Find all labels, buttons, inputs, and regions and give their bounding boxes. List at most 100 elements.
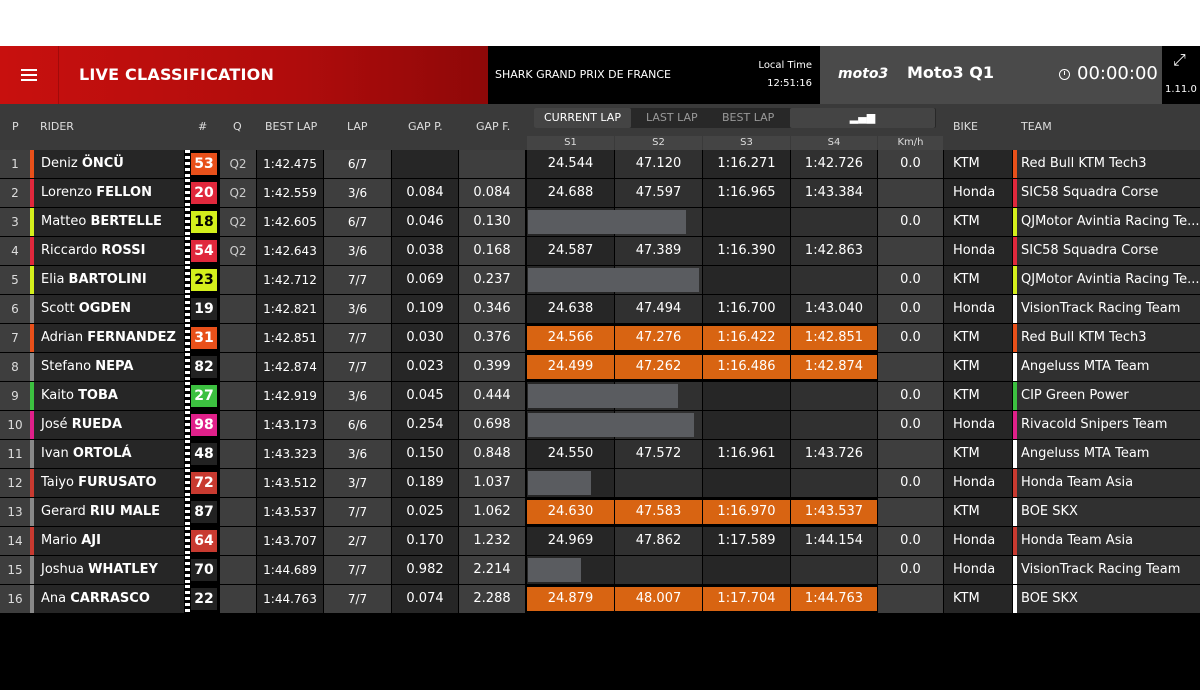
live-timing-app: LIVE CLASSIFICATION SHARK GRAND PRIX DE … [0,46,1200,620]
sector-4-cell: 1:42.726 [791,150,877,178]
col-rider: RIDER [40,120,74,133]
bar-chart-icon[interactable]: ▂▄▆ [790,108,935,128]
table-row[interactable]: 5 Elia BARTOLINI 23 1:42.712 7/7 0.069 0.237 0.… [0,266,1200,294]
checkered-flag-icon [185,353,190,381]
table-row[interactable]: 11 Ivan ORTOLÁ 48 1:43.323 3/6 0.150 0.848 24.5… [0,440,1200,468]
tab-best-lap[interactable]: BEST LAP [722,108,774,128]
position-cell: 12 [0,469,30,497]
team-cell: CIP Green Power [1013,382,1200,410]
rider-cell: Riccardo ROSSI [30,237,184,265]
sector-3-cell: 1:16.965 [703,179,790,207]
table-row[interactable]: 4 Riccardo ROSSI 54 Q2 1:42.643 3/6 0.038 0.168… [0,237,1200,265]
team-color-strip [1013,179,1017,207]
team-color-strip [30,556,34,584]
team-color-strip [30,237,34,265]
rider-last-name: FELLON [96,185,152,200]
best-lap-cell: 1:43.707 [257,527,323,555]
table-row[interactable]: 3 Matteo BERTELLE 18 Q2 1:42.605 6/7 0.046 0.13… [0,208,1200,236]
table-row[interactable]: 7 Adrian FERNANDEZ 31 1:42.851 7/7 0.030 0.376… [0,324,1200,352]
sector-3-cell: 1:16.271 [703,150,790,178]
speed-cell: 0.0 [878,527,943,555]
table-row[interactable]: 15 Joshua WHATLEY 70 1:44.689 7/7 0.982 2.214 0… [0,556,1200,584]
table-row[interactable]: 6 Scott OGDEN 19 1:42.821 3/6 0.109 0.346 24.63… [0,295,1200,323]
sector-1-cell: 24.499 [527,355,614,379]
session-section: moto3 Moto3 Q1 00:00:00 [820,46,1162,104]
col-lap: LAP [347,120,368,133]
table-row[interactable]: 8 Stefano NEPA 82 1:42.874 7/7 0.023 0.399 24.4… [0,353,1200,381]
rider-cell: Lorenzo FELLON [30,179,184,207]
lap-count-cell: 7/7 [324,353,391,381]
table-row[interactable]: 13 Gerard RIU MALE 87 1:43.537 7/7 0.025 1.062… [0,498,1200,526]
best-lap-cell: 1:43.173 [257,411,323,439]
gap-prev-cell: 0.254 [392,411,458,439]
team-color-strip [1013,295,1017,323]
table-row[interactable]: 16 Ana CARRASCO 22 1:44.763 7/7 0.074 2.288 24.… [0,585,1200,613]
team-color-strip [1013,353,1017,381]
tab-last-lap[interactable]: LAST LAP [646,108,698,128]
qualified-cell: Q2 [220,150,256,178]
best-lap-cell: 1:42.821 [257,295,323,323]
bike-cell: KTM [944,208,1012,236]
tab-current-lap[interactable]: CURRENT LAP [534,108,631,128]
gap-first-cell: 1.062 [459,498,525,526]
team-cell: BOE SKX [1013,498,1200,526]
bike-cell: KTM [944,353,1012,381]
team-color-strip [1013,411,1017,439]
sector-1-cell: 24.638 [527,295,614,323]
gap-prev-cell: 0.109 [392,295,458,323]
gap-prev-cell: 0.045 [392,382,458,410]
lap-count-cell: 6/6 [324,411,391,439]
lap-count-cell: 3/6 [324,179,391,207]
col-gap-first: GAP F. [476,120,511,133]
speed-cell: 0.0 [878,150,943,178]
rider-number-badge: 20 [191,182,217,204]
lap-count-cell: 3/6 [324,382,391,410]
number-cell: 82 [185,353,219,381]
fullscreen-icon[interactable]: ⤢ [1173,52,1186,68]
table-row[interactable]: 12 Taiyo FURUSATO 72 1:43.512 3/7 0.189 1.037 0… [0,469,1200,497]
table-row[interactable]: 9 Kaito TOBA 27 1:42.919 3/6 0.045 0.444 0.0 KTM… [0,382,1200,410]
number-cell: 23 [185,266,219,294]
team-color-strip [1013,440,1017,468]
team-color-strip [30,411,34,439]
table-row[interactable]: 2 Lorenzo FELLON 20 Q2 1:42.559 3/6 0.084 0.084… [0,179,1200,207]
sector-1-cell: 24.550 [527,440,614,468]
sector-4-cell: 1:43.384 [791,179,877,207]
rider-number-badge: 72 [191,472,217,494]
rider-number-badge: 54 [191,240,217,262]
position-cell: 7 [0,324,30,352]
team-color-strip [1013,498,1017,526]
lap-view-switcher: CURRENT LAP LAST LAP BEST LAP ▂▄▆ [534,108,936,128]
sector-4-cell: 1:44.763 [791,587,877,611]
team-color-strip [30,295,34,323]
lap-count-cell: 2/7 [324,527,391,555]
rider-number-badge: 19 [191,298,217,320]
col-bike: BIKE [953,120,978,133]
lap-count-cell: 7/7 [324,266,391,294]
rider-last-name: RIU MALE [89,504,160,519]
menu-button[interactable] [0,46,59,104]
hamburger-icon [21,74,37,76]
rider-first-name: Mario [41,533,82,548]
checkered-flag-icon [185,324,190,352]
table-row[interactable]: 10 José RUEDA 98 1:43.173 6/6 0.254 0.698 0.0 Ho… [0,411,1200,439]
sector-4-cell [791,266,877,294]
sector-3-cell [703,411,790,439]
rider-first-name: Elia [41,272,69,287]
clock-icon [1059,69,1070,80]
team-cell: Honda Team Asia [1013,527,1200,555]
table-row[interactable]: 1 Deniz ÖNCÜ 53 Q2 1:42.475 6/7 24.544 47.120 1:… [0,150,1200,178]
table-row[interactable]: 14 Mario AJI 64 1:43.707 2/7 0.170 1.232 24.969… [0,527,1200,555]
sector-3-cell: 1:16.961 [703,440,790,468]
gap-prev-cell: 0.189 [392,469,458,497]
number-cell: 53 [185,150,219,178]
position-cell: 4 [0,237,30,265]
team-color-strip [1013,208,1017,236]
col-number: # [198,120,208,133]
rider-last-name: ORTOLÁ [72,446,132,461]
rider-cell: Scott OGDEN [30,295,184,323]
sector-2-cell: 48.007 [615,587,702,611]
gap-prev-cell: 0.038 [392,237,458,265]
speed-cell [878,498,943,526]
gap-first-cell: 1.232 [459,527,525,555]
